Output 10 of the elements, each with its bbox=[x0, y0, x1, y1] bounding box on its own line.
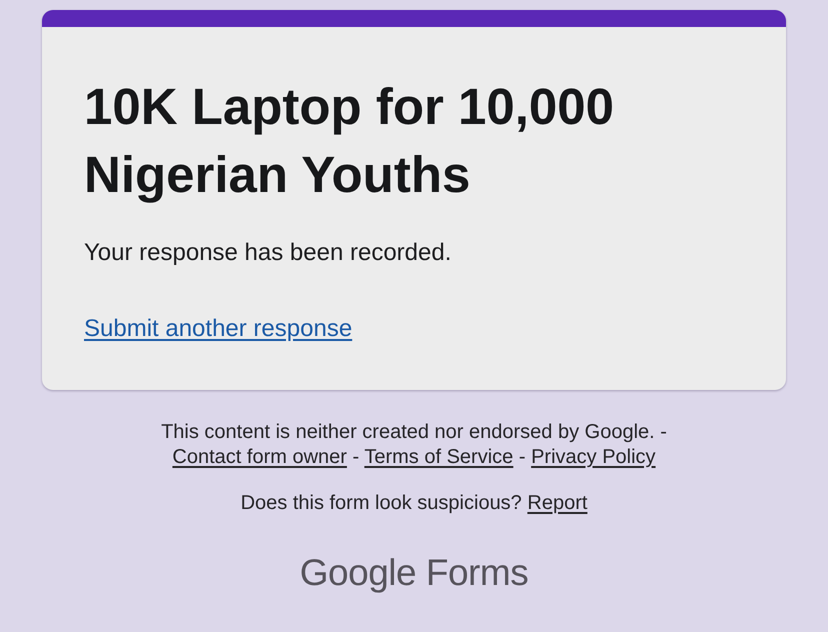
confirmation-message: Your response has been recorded. bbox=[84, 238, 452, 268]
submit-another-link[interactable]: Submit another response bbox=[84, 314, 352, 344]
disclaimer-text: This content is neither created nor endorsed by Google. - Contact form owner - Terms of Service - Privacy Policy bbox=[160, 420, 668, 470]
footer-link[interactable]: Contact form owner bbox=[172, 446, 347, 468]
report-link[interactable]: Report bbox=[527, 492, 588, 514]
report-prompt: Does this form look suspicious? Report bbox=[240, 491, 588, 516]
footer-link[interactable]: Privacy Policy bbox=[531, 446, 656, 468]
footer-link[interactable]: Terms of Service bbox=[364, 446, 514, 468]
brand-logo: Google Forms bbox=[300, 551, 528, 595]
form-title: 10K Laptop for 10,000 Nigerian Youths bbox=[84, 77, 615, 205]
